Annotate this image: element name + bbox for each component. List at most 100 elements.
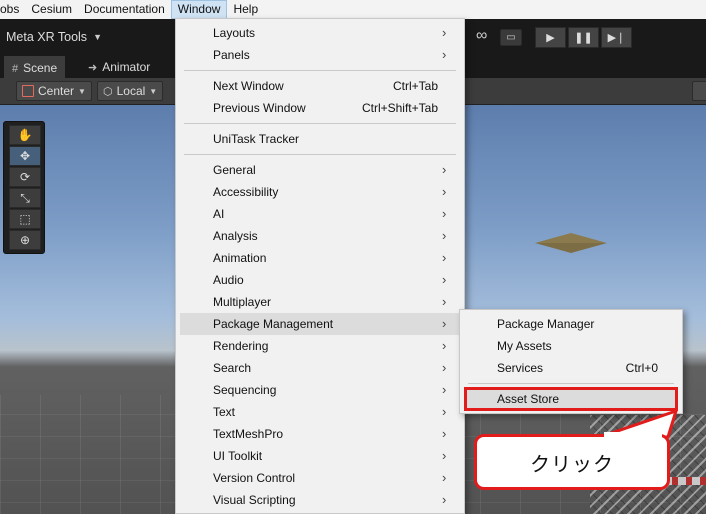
- menu-item-rendering[interactable]: Rendering ›: [176, 335, 464, 357]
- pivot-center-dropdown[interactable]: Center ▼: [16, 81, 92, 101]
- chevron-right-icon: ›: [442, 294, 447, 309]
- callout-text: クリック: [530, 453, 614, 476]
- chevron-down-icon: ▼: [149, 86, 158, 96]
- tab-scene[interactable]: # Scene: [4, 56, 66, 78]
- chevron-right-icon: ›: [442, 360, 447, 375]
- transform-tool-button[interactable]: ⊕: [9, 230, 41, 250]
- highlight-box: [464, 387, 678, 411]
- menu-separator: [184, 154, 456, 155]
- menu-item-general[interactable]: General ›: [176, 159, 464, 181]
- menu-item-sequencing[interactable]: Sequencing ›: [176, 379, 464, 401]
- menu-item-analysis[interactable]: Analysis ›: [176, 225, 464, 247]
- chevron-right-icon: ›: [442, 47, 447, 62]
- click-callout: クリック: [474, 434, 670, 490]
- scale-tool-button[interactable]: ⤡: [9, 188, 41, 208]
- menu-item-visual-scripting[interactable]: Visual Scripting ›: [176, 489, 464, 511]
- chevron-right-icon: ›: [442, 470, 447, 485]
- menu-item-unitask-tracker[interactable]: UniTask Tracker: [176, 128, 464, 150]
- tab-scene-label: Scene: [23, 61, 58, 75]
- rect-icon: ⬚: [19, 212, 31, 226]
- submenu-item-services[interactable]: Services Ctrl+0: [460, 357, 682, 379]
- menu-window[interactable]: Window: [170, 0, 228, 19]
- step-icon: ▶❘: [607, 32, 626, 44]
- chevron-right-icon: ›: [442, 228, 447, 243]
- pause-icon: ❚❚: [574, 32, 593, 44]
- playmode-controls: ▶ ❚❚ ▶❘: [535, 27, 632, 48]
- scene-plane-object: [535, 233, 607, 243]
- menu-item-version-control[interactable]: Version Control ›: [176, 467, 464, 489]
- menu-item-panels[interactable]: Panels ›: [176, 44, 464, 66]
- menu-separator: [184, 70, 456, 71]
- chevron-right-icon: ›: [442, 316, 447, 331]
- animator-icon: ➜: [88, 62, 98, 74]
- menu-item-ui-toolkit[interactable]: UI Toolkit ›: [176, 445, 464, 467]
- menu-item-accessibility[interactable]: Accessibility ›: [176, 181, 464, 203]
- cube-icon: ⬡: [103, 85, 113, 98]
- chevron-right-icon: ›: [442, 382, 447, 397]
- meta-xr-label: Meta XR Tools: [6, 30, 88, 44]
- menu-jobs[interactable]: obs: [0, 0, 25, 19]
- menu-documentation[interactable]: Documentation: [78, 0, 171, 19]
- menu-item-text[interactable]: Text ›: [176, 401, 464, 423]
- menu-item-animation[interactable]: Animation ›: [176, 247, 464, 269]
- shortcut-label: Ctrl+Tab: [392, 79, 438, 93]
- play-button[interactable]: ▶: [535, 27, 566, 48]
- move-icon: ✥: [19, 149, 31, 163]
- chevron-right-icon: ›: [442, 448, 447, 463]
- scale-icon: ⤡: [20, 190, 30, 205]
- meta-infinity-icon[interactable]: ∞: [476, 27, 487, 45]
- shortcut-label: Ctrl+Shift+Tab: [361, 101, 438, 115]
- rotate-icon: ⟳: [19, 170, 31, 184]
- hand-tool-button[interactable]: ✋: [9, 125, 41, 145]
- chevron-right-icon: ›: [442, 338, 447, 353]
- pivot-label: Center: [38, 84, 75, 98]
- menu-separator: [184, 123, 456, 124]
- chevron-right-icon: ›: [442, 492, 447, 507]
- tab-animator[interactable]: ➜ Animator: [80, 56, 158, 78]
- menu-item-multiplayer[interactable]: Multiplayer ›: [176, 291, 464, 313]
- menu-item-ai[interactable]: AI ›: [176, 203, 464, 225]
- chevron-right-icon: ›: [442, 25, 447, 40]
- space-local-dropdown[interactable]: ⬡ Local ▼: [97, 81, 164, 101]
- submenu-item-package-manager[interactable]: Package Manager: [460, 313, 682, 335]
- scene-gizmo-button[interactable]: [692, 81, 706, 101]
- scene-plane-object-lower: [535, 243, 607, 253]
- transform-icon: ⊕: [19, 233, 31, 247]
- chevron-right-icon: ›: [442, 426, 447, 441]
- chevron-right-icon: ›: [442, 162, 447, 177]
- chevron-down-icon: ▼: [78, 86, 86, 96]
- simulator-icon[interactable]: ▭: [500, 29, 522, 46]
- tab-animator-label: Animator: [102, 60, 151, 74]
- chevron-right-icon: ›: [442, 404, 447, 419]
- menu-item-layouts[interactable]: Layouts ›: [176, 22, 464, 44]
- chevron-right-icon: ›: [442, 206, 447, 221]
- menu-item-previous-window[interactable]: Previous Window Ctrl+Shift+Tab: [176, 97, 464, 119]
- chevron-right-icon: ›: [442, 272, 447, 287]
- hash-icon: #: [12, 63, 19, 75]
- menu-item-next-window[interactable]: Next Window Ctrl+Tab: [176, 75, 464, 97]
- shortcut-label: Ctrl+0: [625, 361, 658, 375]
- menu-item-search[interactable]: Search ›: [176, 357, 464, 379]
- chevron-down-icon: ▼: [93, 32, 102, 42]
- space-label: Local: [116, 84, 146, 98]
- rotate-tool-button[interactable]: ⟳: [9, 167, 41, 187]
- menu-item-textmeshpro[interactable]: TextMeshPro ›: [176, 423, 464, 445]
- move-tool-button[interactable]: ✥: [9, 146, 41, 166]
- hand-icon: ✋: [17, 128, 33, 142]
- tool-palette: ✋ ✥ ⟳ ⤡ ⬚ ⊕: [3, 121, 45, 254]
- menu-item-audio[interactable]: Audio ›: [176, 269, 464, 291]
- menubar: obs Cesium Documentation Window Help: [0, 0, 706, 19]
- pivot-icon: [22, 85, 34, 97]
- menu-item-package-management[interactable]: Package Management ›: [180, 313, 460, 335]
- chevron-right-icon: ›: [442, 250, 447, 265]
- rect-tool-button[interactable]: ⬚: [9, 209, 41, 229]
- meta-xr-tools-dropdown[interactable]: Meta XR Tools ▼: [6, 30, 102, 44]
- menu-separator: [468, 383, 674, 384]
- pause-button[interactable]: ❚❚: [568, 27, 599, 48]
- step-button[interactable]: ▶❘: [601, 27, 632, 48]
- window-menu: Layouts › Panels › Next Window Ctrl+Tab Pre…: [175, 18, 465, 514]
- submenu-item-my-assets[interactable]: My Assets: [460, 335, 682, 357]
- play-icon: ▶: [546, 32, 555, 44]
- menu-help[interactable]: Help: [227, 0, 264, 19]
- menu-cesium[interactable]: Cesium: [25, 0, 78, 19]
